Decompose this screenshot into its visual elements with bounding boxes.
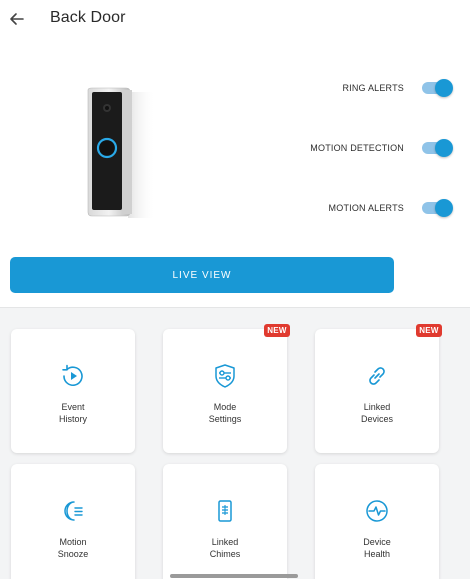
heart-pulse-icon [362, 496, 392, 526]
page-title: Back Door [50, 9, 126, 26]
tile-label-line: Event [61, 402, 85, 412]
chime-icon [210, 496, 240, 526]
motion-snooze-tile[interactable]: Motion Snooze [11, 464, 135, 579]
arrow-left-icon [10, 13, 24, 25]
back-button[interactable] [4, 6, 30, 32]
tile-label-line: History [58, 414, 87, 424]
doorbell-device-image [84, 86, 160, 226]
tile-label-line: Motion [59, 537, 87, 547]
motion-alerts-label: MOTION ALERTS [328, 203, 404, 213]
motion-detection-toggle[interactable] [422, 139, 453, 157]
home-indicator [170, 574, 298, 578]
ring-alerts-toggle[interactable] [422, 79, 453, 97]
tile-label: Event History [11, 401, 135, 425]
moon-snooze-icon [58, 496, 88, 526]
motion-alerts-row: MOTION ALERTS [328, 199, 453, 217]
mode-settings-tile[interactable]: Mode Settings [163, 329, 287, 453]
tile-label-line: Settings [208, 414, 242, 424]
live-view-button[interactable]: LIVE VIEW [10, 257, 394, 293]
linked-chimes-tile[interactable]: Linked Chimes [163, 464, 287, 579]
tile-label: Linked Chimes [163, 536, 287, 560]
ring-alerts-label: RING ALERTS [342, 83, 404, 93]
new-badge: NEW [264, 324, 290, 337]
tile-label-line: Mode [213, 402, 237, 412]
new-badge: NEW [416, 324, 442, 337]
toggle-knob [435, 199, 453, 217]
motion-detection-label: MOTION DETECTION [310, 143, 404, 153]
tile-label-line: Health [363, 549, 390, 559]
play-history-icon [58, 361, 88, 391]
event-history-tile[interactable]: Event History [11, 329, 135, 453]
tile-label-line: Devices [360, 414, 393, 424]
toggle-knob [435, 139, 453, 157]
toggle-knob [435, 79, 453, 97]
tile-label-line: Chimes [209, 549, 241, 559]
tile-label: Device Health [315, 536, 439, 560]
app-header: Back Door [0, 0, 470, 40]
tile-label-line: Device [363, 537, 391, 547]
tile-label-line: Linked [363, 402, 391, 412]
tile-label: Linked Devices [315, 401, 439, 425]
linked-devices-tile[interactable]: Linked Devices [315, 329, 439, 453]
link-icon [362, 361, 392, 391]
tile-label: Motion Snooze [11, 536, 135, 560]
tile-label: Mode Settings [163, 401, 287, 425]
motion-detection-row: MOTION DETECTION [310, 139, 453, 157]
device-health-tile[interactable]: Device Health [315, 464, 439, 579]
shield-sliders-icon [210, 361, 240, 391]
ring-alerts-row: RING ALERTS [342, 79, 453, 97]
motion-alerts-toggle[interactable] [422, 199, 453, 217]
tile-label-line: Linked [211, 537, 239, 547]
tile-label-line: Snooze [57, 549, 89, 559]
